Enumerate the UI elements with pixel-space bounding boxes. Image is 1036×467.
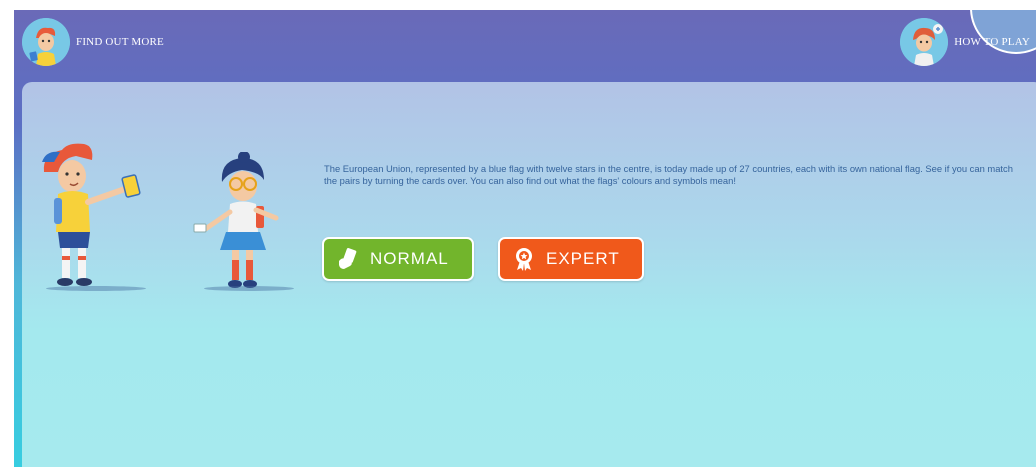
game-stage: FIND OUT MORE HOW TO PLAY The European U… <box>14 10 1036 467</box>
find-out-more-label: FIND OUT MORE <box>76 36 164 48</box>
how-to-play-label: HOW TO PLAY <box>954 36 1030 48</box>
top-bar: FIND OUT MORE HOW TO PLAY <box>14 10 1036 82</box>
intro-description: The European Union, represented by a blu… <box>324 163 1013 186</box>
expert-mode-button[interactable]: EXPERT <box>498 237 644 281</box>
girl-avatar-icon <box>900 18 949 66</box>
award-ribbon-icon <box>512 247 536 271</box>
expert-mode-label: EXPERT <box>546 249 620 268</box>
hand-card-icon <box>336 247 360 271</box>
how-to-play-link[interactable]: HOW TO PLAY <box>900 18 1030 66</box>
normal-mode-button[interactable]: NORMAL <box>322 237 474 281</box>
boy-avatar-icon <box>22 18 70 66</box>
boy-character-illustration <box>42 143 141 286</box>
girl-character-illustration <box>193 152 279 288</box>
main-panel: The European Union, represented by a blu… <box>22 82 1036 467</box>
girl-shadow <box>204 286 294 291</box>
find-out-more-link[interactable]: FIND OUT MORE <box>22 18 164 66</box>
normal-mode-label: NORMAL <box>370 249 449 268</box>
boy-shadow <box>46 286 146 291</box>
